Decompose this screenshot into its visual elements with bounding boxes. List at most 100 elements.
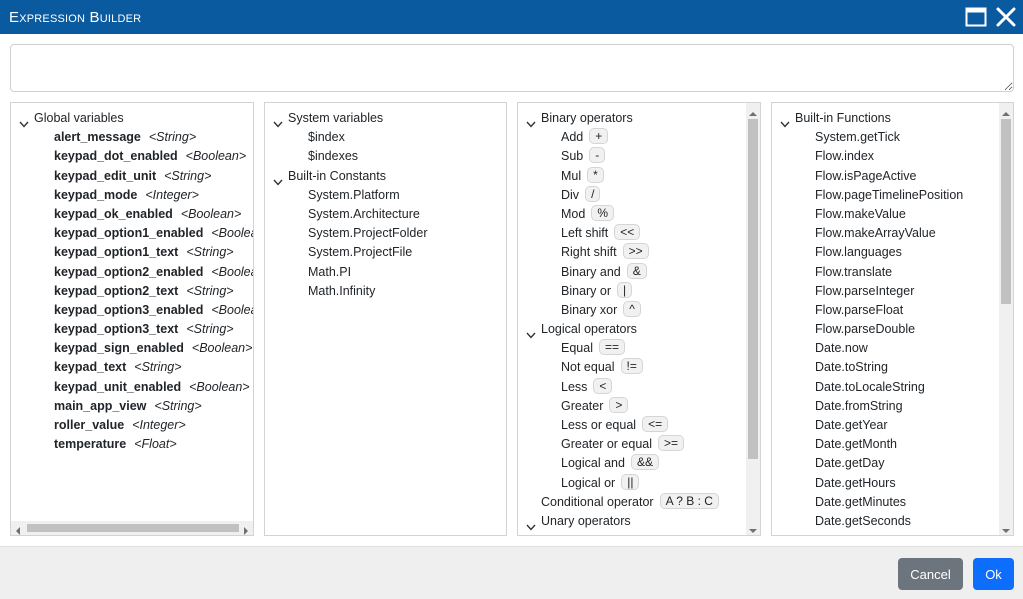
tree-item-label: alert_message — [54, 130, 141, 145]
tree-item[interactable]: Binary or | — [518, 281, 746, 301]
tree-item[interactable]: Date.toString — [772, 358, 999, 377]
tree-item[interactable]: Conditional operator A ? B : C — [518, 492, 746, 512]
tree-item[interactable]: Add + — [518, 128, 746, 147]
tree-group-header[interactable]: Binary operators — [518, 109, 746, 128]
chevron-down-icon[interactable] — [526, 518, 536, 531]
chevron-down-icon[interactable] — [273, 173, 283, 186]
chevron-down-icon[interactable] — [780, 115, 790, 128]
tree-item-label: Date.getMonth — [815, 437, 897, 452]
tree-item[interactable]: temperature <Float> — [11, 435, 253, 454]
tree-item[interactable]: Greater or equal >= — [518, 435, 746, 454]
tree-item[interactable]: keypad_text <String> — [11, 358, 253, 377]
tree-item[interactable]: Flow.isPageActive — [772, 167, 999, 186]
tree-item[interactable]: Date.getMonth — [772, 435, 999, 454]
tree-item[interactable]: Math.Infinity — [265, 282, 506, 301]
tree-item[interactable]: Flow.makeValue — [772, 205, 999, 224]
tree-item[interactable]: keypad_ok_enabled <Boolean> — [11, 205, 253, 224]
tree-item[interactable]: $indexes — [265, 147, 506, 166]
tree-item[interactable]: Math.PI — [265, 263, 506, 282]
tree-item[interactable]: alert_message <String> — [11, 128, 253, 147]
tree-item[interactable]: Flow.parseInteger — [772, 282, 999, 301]
tree-item[interactable]: Date.getYear — [772, 416, 999, 435]
tree-group-header[interactable]: System variables — [265, 109, 506, 128]
tree-item[interactable]: Flow.makeArrayValue — [772, 224, 999, 243]
tree-item[interactable]: Greater > — [518, 396, 746, 416]
scrollbar-thumb[interactable] — [27, 524, 239, 532]
tree-item[interactable]: System.Architecture — [265, 205, 506, 224]
tree-item[interactable]: Equal == — [518, 339, 746, 358]
tree-item[interactable]: Binary and & — [518, 262, 746, 282]
tree-item[interactable]: Mod% — [518, 204, 746, 224]
tree-item[interactable]: Date.getSeconds — [772, 512, 999, 531]
tree-item[interactable]: keypad_unit_enabled <Boolean> — [11, 378, 253, 397]
vertical-scrollbar[interactable] — [999, 103, 1013, 535]
tree-group-header[interactable]: Built-in Constants — [265, 167, 506, 186]
tree-item[interactable]: keypad_option1_enabled <Boolean> — [11, 224, 253, 243]
tree-item[interactable]: Date.getDay — [772, 454, 999, 473]
tree-item[interactable]: Flow.languages — [772, 243, 999, 262]
tree-item[interactable]: keypad_edit_unit <String> — [11, 167, 253, 186]
tree-group-header[interactable]: Built-in Functions — [772, 109, 999, 128]
tree-item[interactable]: Logical or || — [518, 473, 746, 493]
tree-item[interactable]: Date.now — [772, 339, 999, 358]
tree-item[interactable]: Logical and && — [518, 454, 746, 473]
tree-item[interactable]: keypad_option2_text <String> — [11, 282, 253, 301]
chevron-down-icon[interactable] — [526, 326, 536, 339]
scroll-down-icon[interactable] — [1002, 524, 1010, 533]
chevron-down-icon[interactable] — [19, 115, 29, 128]
horizontal-scrollbar[interactable] — [11, 521, 253, 535]
scrollbar-thumb[interactable] — [1001, 119, 1011, 304]
tree-item[interactable]: Date.fromString — [772, 397, 999, 416]
tree-item[interactable]: keypad_option3_text <String> — [11, 320, 253, 339]
tree-item[interactable]: Div / — [518, 185, 746, 205]
tree-item[interactable]: Less < — [518, 377, 746, 397]
tree-item[interactable]: Flow.parseDouble — [772, 320, 999, 339]
expression-input[interactable] — [10, 44, 1014, 92]
tree-item[interactable]: Date.getMinutes — [772, 493, 999, 512]
tree-item[interactable]: System.Platform — [265, 186, 506, 205]
tree-group-header[interactable]: Unary operators — [518, 512, 746, 531]
vertical-scrollbar[interactable] — [746, 103, 760, 535]
scroll-left-icon[interactable] — [14, 524, 22, 535]
scrollbar-thumb[interactable] — [748, 119, 758, 459]
tree-item[interactable]: keypad_mode <Integer> — [11, 186, 253, 205]
tree-item[interactable]: Flow.parseFloat — [772, 301, 999, 320]
ok-button[interactable]: Ok — [973, 558, 1014, 590]
tree-item[interactable]: Right shift >> — [518, 243, 746, 262]
window-maximize-icon[interactable] — [965, 6, 987, 28]
tree-item[interactable]: keypad_option2_enabled <Boolean> — [11, 263, 253, 282]
tree-item[interactable]: Date.getHours — [772, 474, 999, 493]
chevron-down-icon[interactable] — [273, 115, 283, 128]
tree-group-header[interactable]: Logical operators — [518, 320, 746, 339]
tree-item[interactable]: Date.toLocaleString — [772, 378, 999, 397]
scroll-up-icon[interactable] — [749, 107, 757, 116]
tree-item[interactable]: Left shift << — [518, 224, 746, 243]
chevron-down-icon[interactable] — [526, 115, 536, 128]
tree-item[interactable]: Not equal != — [518, 358, 746, 377]
tree-item[interactable]: keypad_sign_enabled <Boolean> — [11, 339, 253, 358]
tree-item[interactable]: $index — [265, 128, 506, 147]
cancel-button[interactable]: Cancel — [898, 558, 963, 590]
scroll-up-icon[interactable] — [1002, 107, 1010, 116]
tree-item[interactable]: Flow.pageTimelinePosition — [772, 186, 999, 205]
tree-item[interactable]: Flow.translate — [772, 263, 999, 282]
tree-item[interactable]: System.ProjectFile — [265, 243, 506, 262]
tree-item[interactable]: Sub - — [518, 147, 746, 166]
scroll-right-icon[interactable] — [242, 524, 250, 535]
tree-item[interactable]: keypad_option3_enabled <Boolean> — [11, 301, 253, 320]
tree-item[interactable]: System.ProjectFolder — [265, 224, 506, 243]
tree-item[interactable]: main_app_view <String> — [11, 397, 253, 416]
tree-item-label: $indexes — [308, 149, 359, 164]
tree-item[interactable]: keypad_dot_enabled <Boolean> — [11, 147, 253, 166]
tree-item[interactable]: keypad_option1_text <String> — [11, 243, 253, 262]
tree-item[interactable]: Binary xor ^ — [518, 300, 746, 320]
operators-panel: Binary operators Add + Sub - Mul * Div / Mod% Left… — [517, 102, 761, 536]
tree-item[interactable]: Less or equal <= — [518, 416, 746, 435]
tree-item[interactable]: Mul * — [518, 166, 746, 186]
tree-item[interactable]: roller_value <Integer> — [11, 416, 253, 435]
scroll-down-icon[interactable] — [749, 524, 757, 533]
close-icon[interactable] — [995, 6, 1017, 28]
tree-group-header[interactable]: Global variables — [11, 109, 253, 128]
tree-item[interactable]: Flow.index — [772, 147, 999, 166]
tree-item[interactable]: System.getTick — [772, 128, 999, 147]
